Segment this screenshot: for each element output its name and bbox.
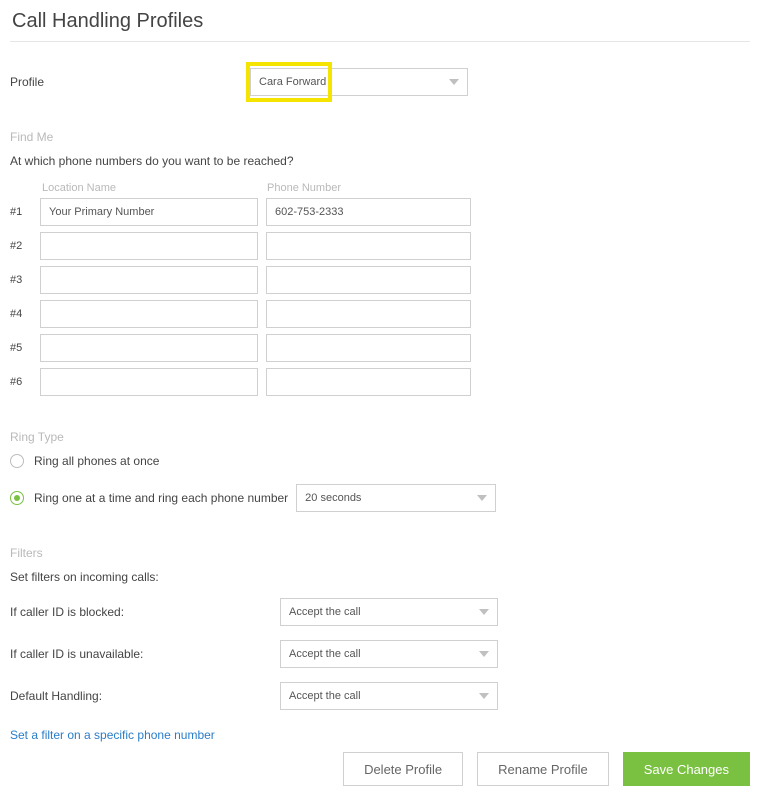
chevron-down-icon [477,495,487,501]
page-title: Call Handling Profiles [10,8,750,42]
ring-sequential-radio[interactable] [10,491,24,505]
row-index: #5 [10,342,40,354]
phone-number-input[interactable] [266,368,471,396]
location-name-input[interactable] [40,266,258,294]
ring-duration-select[interactable]: 20 seconds [296,484,496,512]
find-me-row: #1 [10,198,750,226]
chevron-down-icon [479,609,489,615]
phone-number-input[interactable] [266,334,471,362]
profile-select-value: Cara Forward [259,76,326,88]
profile-select[interactable]: Cara Forward [250,68,468,96]
row-index: #1 [10,206,40,218]
filters-heading: Filters [10,546,750,560]
filter-unavailable-label: If caller ID is unavailable: [10,647,280,661]
phone-number-input[interactable] [266,198,471,226]
filter-blocked-value: Accept the call [289,606,361,618]
ring-type-heading: Ring Type [10,430,750,444]
filter-default-select[interactable]: Accept the call [280,682,498,710]
filter-unavailable-value: Accept the call [289,648,361,660]
ring-all-label: Ring all phones at once [34,454,159,468]
ring-all-radio[interactable] [10,454,24,468]
location-name-input[interactable] [40,232,258,260]
row-index: #6 [10,376,40,388]
col-location-header: Location Name [40,182,265,194]
filters-intro: Set filters on incoming calls: [10,570,750,584]
find-me-row: #4 [10,300,750,328]
row-index: #2 [10,240,40,252]
col-phone-header: Phone Number [265,182,475,194]
chevron-down-icon [479,651,489,657]
phone-number-input[interactable] [266,300,471,328]
specific-filter-link[interactable]: Set a filter on a specific phone number [10,728,215,742]
chevron-down-icon [449,79,459,85]
row-index: #4 [10,308,40,320]
phone-number-input[interactable] [266,266,471,294]
delete-profile-button[interactable]: Delete Profile [343,752,463,786]
phone-number-input[interactable] [266,232,471,260]
location-name-input[interactable] [40,334,258,362]
save-changes-button[interactable]: Save Changes [623,752,750,786]
filter-blocked-select[interactable]: Accept the call [280,598,498,626]
filter-unavailable-select[interactable]: Accept the call [280,640,498,668]
profile-label: Profile [10,75,250,89]
filter-blocked-label: If caller ID is blocked: [10,605,280,619]
rename-profile-button[interactable]: Rename Profile [477,752,609,786]
location-name-input[interactable] [40,300,258,328]
row-index: #3 [10,274,40,286]
find-me-row: #5 [10,334,750,362]
find-me-question: At which phone numbers do you want to be… [10,154,750,168]
find-me-row: #2 [10,232,750,260]
find-me-row: #3 [10,266,750,294]
chevron-down-icon [479,693,489,699]
find-me-row: #6 [10,368,750,396]
filter-default-label: Default Handling: [10,689,280,703]
find-me-heading: Find Me [10,130,750,144]
location-name-input[interactable] [40,198,258,226]
filter-default-value: Accept the call [289,690,361,702]
ring-duration-value: 20 seconds [305,492,361,504]
location-name-input[interactable] [40,368,258,396]
ring-sequential-label: Ring one at a time and ring each phone n… [34,491,288,505]
